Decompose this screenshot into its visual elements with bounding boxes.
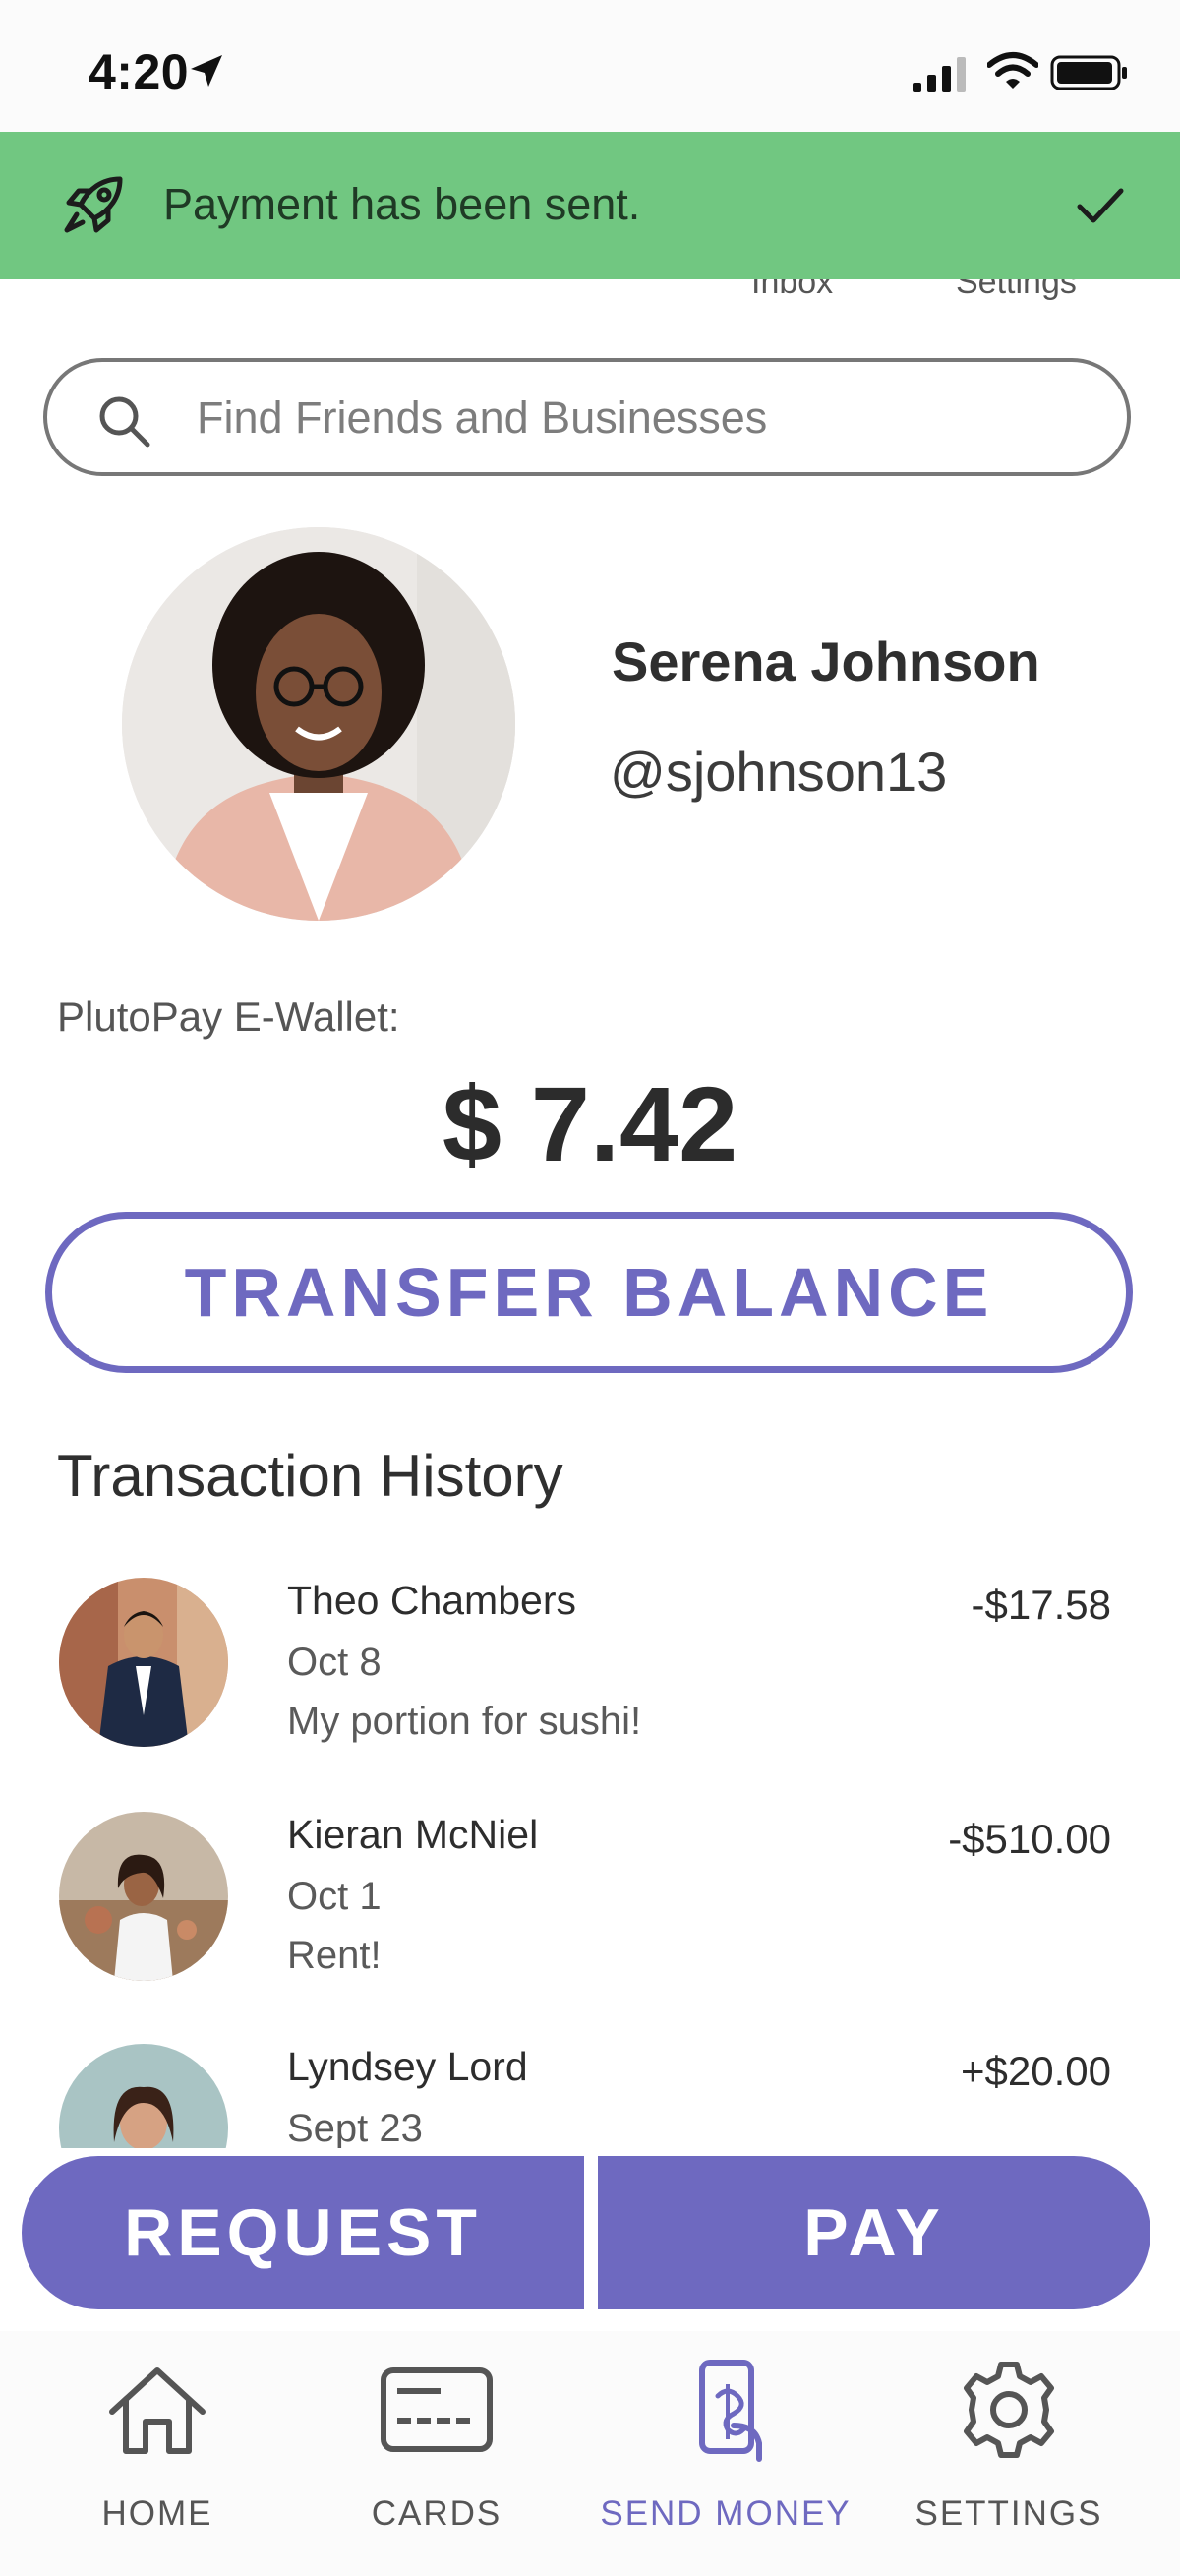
list-item[interactable]: Theo Chambers Oct 8 My portion for sushi… (0, 1578, 1180, 1774)
wifi-icon (987, 52, 1038, 89)
transaction-amount: -$510.00 (948, 1816, 1111, 1862)
home-icon (109, 2367, 206, 2454)
transaction-list[interactable]: Theo Chambers Oct 8 My portion for sushi… (0, 1564, 1180, 2148)
card-icon (381, 2367, 493, 2452)
transaction-name: Kieran McNiel (287, 1812, 539, 1857)
list-item[interactable]: Lyndsey Lord Sept 23 +$20.00 (0, 2044, 1180, 2148)
payment-sent-toast: Payment has been sent. (0, 132, 1180, 279)
transaction-date: Oct 8 (287, 1641, 382, 1684)
tab-label: SEND MONEY (600, 2494, 852, 2533)
gear-icon (964, 2362, 1054, 2458)
list-item[interactable]: Kieran McNiel Oct 1 Rent! -$510.00 (0, 1812, 1180, 2008)
send-money-icon (699, 2360, 762, 2462)
tab-cards[interactable]: CARDS (319, 2357, 555, 2553)
tab-home[interactable]: HOME (39, 2357, 275, 2553)
checkmark-icon[interactable] (1072, 177, 1129, 234)
status-time: 4:20 (88, 44, 190, 99)
transaction-history-title: Transaction History (57, 1443, 563, 1509)
rocket-icon (64, 176, 123, 233)
search-input[interactable] (197, 386, 1062, 450)
location-arrow-icon (191, 55, 222, 87)
search-icon (99, 396, 150, 448)
status-bar: 4:20 (0, 0, 1180, 132)
transaction-name: Lyndsey Lord (287, 2044, 528, 2089)
transaction-date: Oct 1 (287, 1875, 382, 1918)
wallet-label: PlutoPay E-Wallet: (57, 993, 400, 1040)
transaction-amount: -$17.58 (971, 1582, 1111, 1628)
transaction-amount: +$20.00 (961, 2048, 1111, 2094)
transaction-date: Sept 23 (287, 2107, 423, 2148)
avatar (59, 1578, 228, 1747)
cellular-signal-icon (913, 57, 966, 92)
tab-label: CARDS (371, 2494, 502, 2533)
transfer-balance-button[interactable]: TRANSFER BALANCE (45, 1212, 1133, 1373)
transaction-name: Theo Chambers (287, 1578, 576, 1623)
battery-icon (1050, 55, 1127, 90)
toast-message: Payment has been sent. (163, 179, 641, 229)
request-button[interactable]: REQUEST (22, 2156, 584, 2309)
tab-send-money[interactable]: SEND MONEY (600, 2357, 850, 2553)
wallet-balance: $ 7.42 (442, 1064, 738, 1183)
bottom-tab-bar: HOME CARDS SEND MONEY SETTINGS (0, 2331, 1180, 2576)
avatar (59, 1812, 228, 1981)
search-bar[interactable] (43, 358, 1131, 476)
profile-handle: @sjohnson13 (610, 741, 948, 803)
payment-actions: REQUEST PAY (22, 2156, 1150, 2309)
avatar (59, 2044, 228, 2148)
pay-button[interactable]: PAY (598, 2156, 1150, 2309)
tab-settings[interactable]: SETTINGS (891, 2357, 1127, 2553)
transaction-note: Rent! (287, 1934, 382, 1977)
tab-label: HOME (101, 2494, 213, 2533)
profile-avatar (122, 527, 515, 921)
profile-name: Serena Johnson (612, 630, 1040, 692)
transaction-note: My portion for sushi! (287, 1700, 642, 1743)
tab-label: SETTINGS (914, 2494, 1103, 2533)
